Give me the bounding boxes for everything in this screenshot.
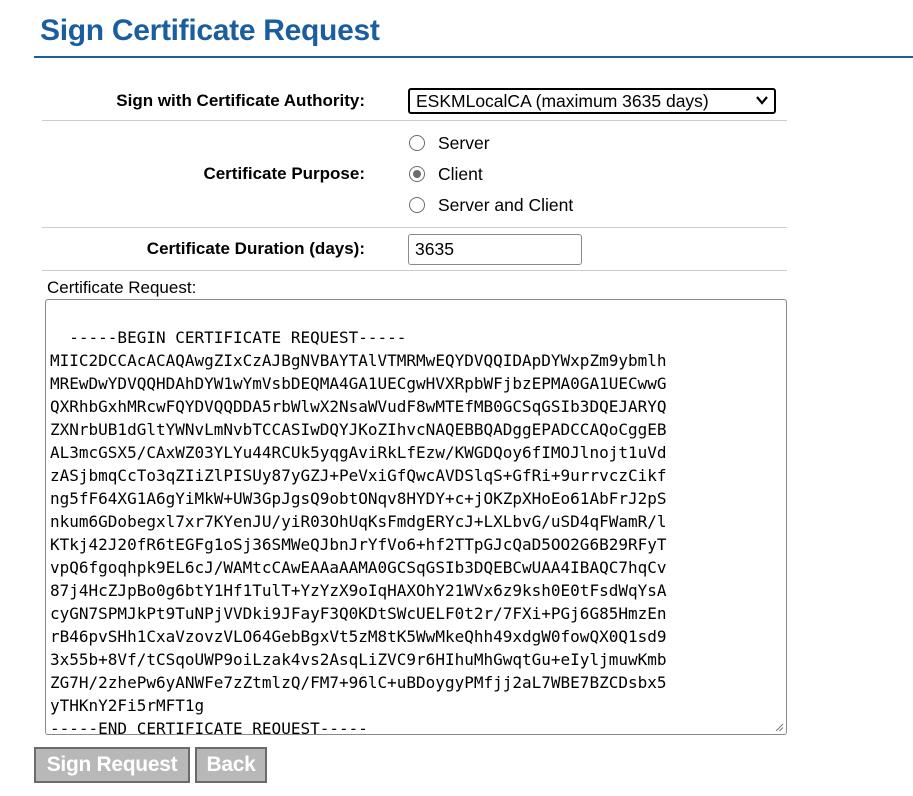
radio-client[interactable] bbox=[409, 166, 425, 182]
duration-input[interactable]: 3635 bbox=[408, 233, 582, 265]
radio-client-label: Client bbox=[438, 163, 483, 184]
duration-row: Certificate Duration (days): 3635 bbox=[42, 228, 787, 271]
purpose-option-server-and-client[interactable]: Server and Client bbox=[409, 194, 573, 217]
page-title: Sign Certificate Request bbox=[40, 14, 380, 47]
radio-server-and-client-label: Server and Client bbox=[438, 194, 574, 215]
purpose-option-server[interactable]: Server bbox=[409, 132, 573, 155]
sign-request-button[interactable]: Sign Request bbox=[34, 747, 190, 783]
request-label: Certificate Request: bbox=[47, 278, 197, 297]
ca-select-value: ESKMLocalCA (maximum 3635 days) bbox=[416, 90, 709, 111]
purpose-radio-group: Server Client Server and Client bbox=[408, 132, 573, 217]
purpose-row: Certificate Purpose: Server Client Serve… bbox=[42, 121, 787, 228]
title-divider bbox=[34, 56, 913, 58]
radio-server-label: Server bbox=[438, 132, 490, 153]
radio-server-and-client[interactable] bbox=[409, 197, 425, 213]
sign-form: Sign with Certificate Authority: ESKMLoc… bbox=[42, 82, 787, 271]
ca-label: Sign with Certificate Authority: bbox=[116, 91, 365, 110]
ca-row: Sign with Certificate Authority: ESKMLoc… bbox=[42, 82, 787, 121]
resize-handle-icon[interactable] bbox=[774, 722, 784, 732]
request-textarea[interactable]: -----BEGIN CERTIFICATE REQUEST----- MIIC… bbox=[45, 299, 787, 735]
ca-select[interactable]: ESKMLocalCA (maximum 3635 days) bbox=[408, 88, 776, 114]
chevron-down-icon bbox=[756, 96, 768, 105]
action-buttons: Sign Request Back bbox=[34, 747, 267, 783]
duration-label: Certificate Duration (days): bbox=[146, 239, 365, 258]
purpose-label: Certificate Purpose: bbox=[203, 164, 365, 183]
request-text: -----BEGIN CERTIFICATE REQUEST----- MIIC… bbox=[50, 328, 667, 735]
radio-server[interactable] bbox=[409, 135, 425, 151]
back-button[interactable]: Back bbox=[195, 747, 267, 783]
purpose-option-client[interactable]: Client bbox=[409, 163, 573, 186]
